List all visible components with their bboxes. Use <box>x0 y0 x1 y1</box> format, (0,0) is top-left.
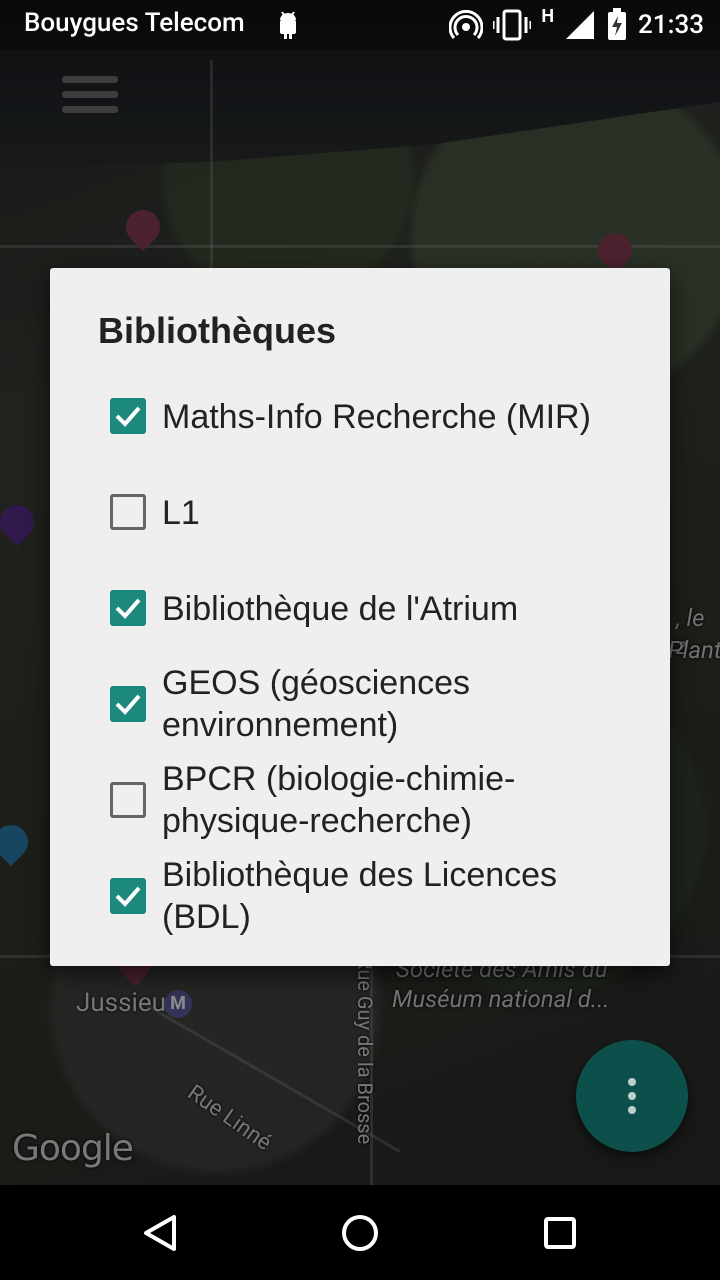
more-vert-icon <box>628 1078 636 1086</box>
checkbox-checked[interactable] <box>110 590 146 626</box>
checkbox-checked[interactable] <box>110 878 146 914</box>
home-icon[interactable] <box>340 1213 380 1253</box>
library-label: Bibliothèque des Licences (BDL) <box>162 856 558 936</box>
navigation-bar <box>0 1185 720 1280</box>
library-checkbox-item[interactable]: L1 <box>110 488 630 578</box>
more-options-fab[interactable] <box>576 1040 688 1152</box>
battery-charging-icon <box>608 8 627 40</box>
check-icon <box>115 886 141 907</box>
dialog-title: Bibliothèques <box>98 310 337 351</box>
carrier-name: Bouygues Telecom <box>24 8 245 38</box>
check-icon <box>115 406 141 427</box>
recents-icon[interactable] <box>540 1213 580 1253</box>
library-checkbox-item[interactable]: Maths-Info Recherche (MIR) <box>110 392 630 482</box>
library-checkbox-item[interactable]: GEOS (géosciences environnement) <box>110 662 630 752</box>
signal-icon <box>566 11 595 39</box>
library-checkbox-item[interactable]: Bibliothèque des Licences (BDL) <box>110 854 630 944</box>
library-checkbox-item[interactable]: BPCR (biologie-chimie-physique-recherche… <box>110 758 630 848</box>
hotspot-icon <box>449 10 484 39</box>
checkbox-checked[interactable] <box>110 686 146 722</box>
checkbox-unchecked[interactable] <box>110 494 146 530</box>
status-bar: Bouygues Telecom H 21:33 <box>0 0 720 50</box>
network-type: H <box>541 6 555 27</box>
library-label: BPCR (biologie-chimie-physique-recherche… <box>162 760 516 840</box>
checkbox-unchecked[interactable] <box>110 782 146 818</box>
android-debug-icon <box>280 11 296 39</box>
vibrate-icon <box>493 9 532 41</box>
checkbox-checked[interactable] <box>110 398 146 434</box>
clock: 21:33 <box>638 10 704 40</box>
check-icon <box>115 694 141 715</box>
check-icon <box>115 598 141 619</box>
library-label: Bibliothèque de l'Atrium <box>162 590 519 628</box>
library-checkbox-item[interactable]: Bibliothèque de l'Atrium <box>110 584 630 674</box>
library-label: L1 <box>162 494 200 532</box>
library-label: Maths-Info Recherche (MIR) <box>162 398 591 436</box>
back-icon[interactable] <box>140 1213 180 1253</box>
library-label: GEOS (géosciences environnement) <box>162 664 471 744</box>
